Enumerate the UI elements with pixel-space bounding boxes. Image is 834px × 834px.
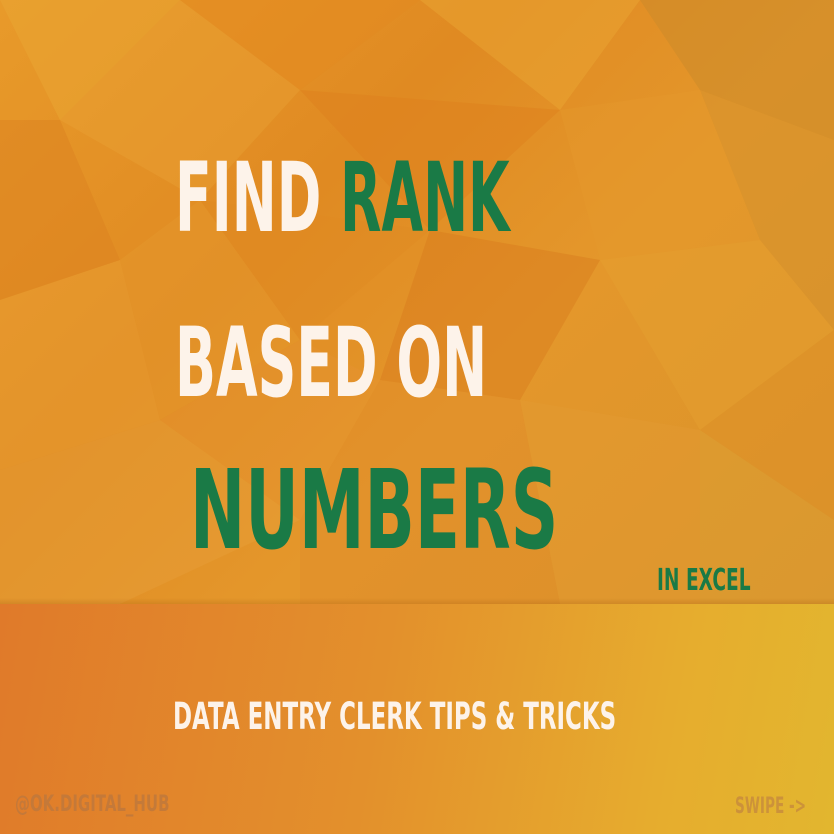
headline-line-2: BASED ON — [175, 307, 488, 419]
swipe-hint: SWIPE -> — [735, 794, 807, 819]
headline-line-1: FIND RANK — [175, 150, 510, 246]
social-handle: @OK.DIGITAL_HUB — [15, 792, 170, 817]
tagline: DATA ENTRY CLERK TIPS & TRICKS — [173, 695, 617, 738]
headline-word-find: FIND — [175, 142, 322, 254]
headline-line-3: NUMBERS — [190, 446, 559, 574]
headline-word-rank: RANK — [340, 142, 510, 254]
headline-suffix: IN EXCEL — [657, 563, 751, 598]
